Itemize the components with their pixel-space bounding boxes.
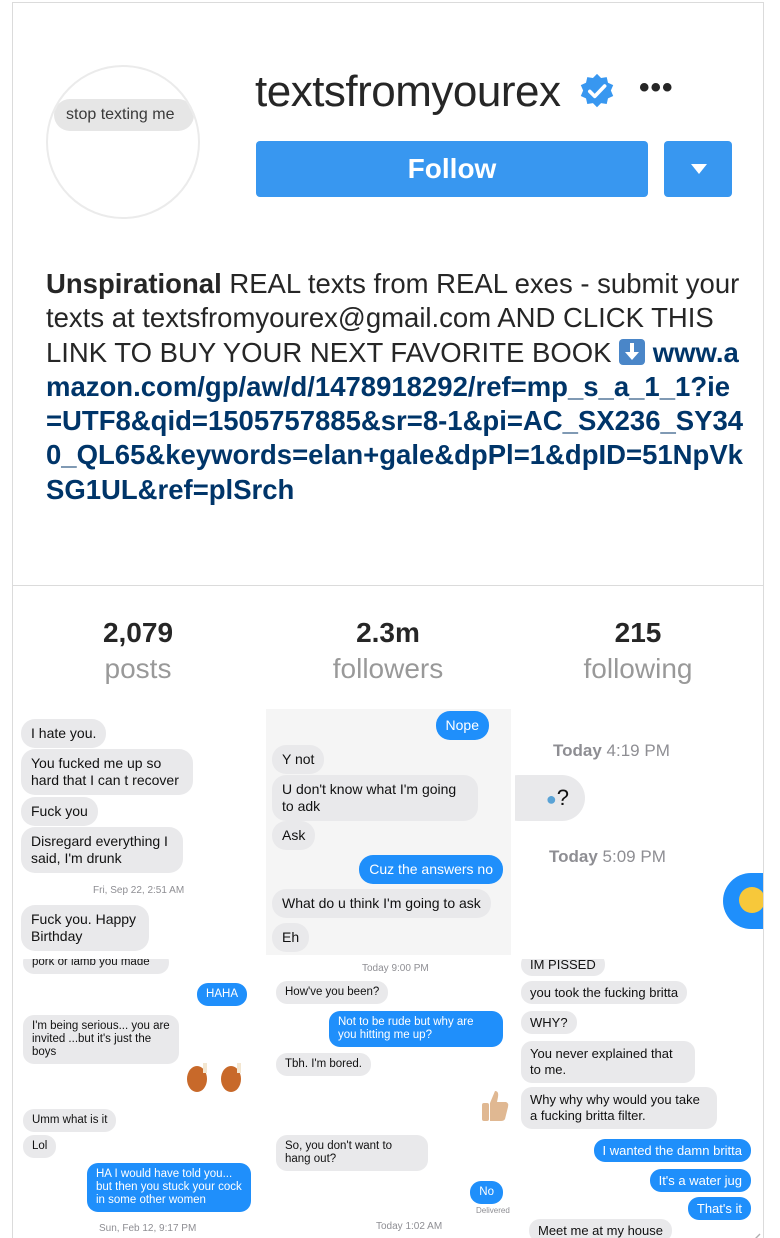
message-bubble: Lol	[23, 1135, 57, 1158]
message-bubble: Y not	[272, 745, 325, 774]
message-bubble: I'm being serious... you are invited ...…	[23, 1015, 179, 1064]
message-timestamp: Today 9:00 PM	[362, 963, 429, 974]
message-bubble: What do u think I'm going to ask	[272, 889, 491, 918]
message-bubble: Tbh. I'm bored.	[276, 1053, 371, 1076]
post-thumbnail[interactable]: I hate you. You fucked me up so hard tha…	[13, 709, 263, 955]
message-bubble: Fuck you	[21, 797, 98, 826]
post-thumbnail[interactable]: IM PISSED you took the fucking britta WH…	[515, 959, 763, 1238]
post-thumbnail[interactable]: pork or lamb you made HAHA I'm being ser…	[13, 959, 263, 1238]
message-bubble: Disregard everything I said, I'm drunk	[21, 827, 183, 873]
message-bubble: you took the fucking britta	[521, 981, 688, 1004]
message-bubble: Why why why would you take a fucking bri…	[521, 1087, 717, 1129]
username: textsfromyourex	[255, 67, 561, 116]
stat-value: 2.3m	[356, 617, 420, 648]
message-bubble: It's a water jug	[649, 1169, 751, 1192]
profile-card: stop texting me textsfromyourex ••• Foll…	[12, 2, 764, 1238]
stats-bar: 2,079 posts 2.3m followers 215 following	[13, 615, 763, 691]
message-bubble: HAHA	[197, 983, 247, 1006]
more-options-icon[interactable]: •••	[639, 73, 674, 103]
message-timestamp: Today 4:19 PM	[553, 741, 670, 760]
message-bubble: You fucked me up so hard that I can t re…	[21, 749, 193, 795]
laughing-emoji-bubble	[723, 873, 763, 929]
down-arrow-emoji-icon	[619, 338, 646, 365]
message-bubble: Umm what is it	[23, 1109, 117, 1132]
message-bubble: Meet me at my house	[529, 1219, 672, 1238]
stat-posts: 2,079 posts	[13, 615, 263, 687]
stat-label: following	[583, 653, 693, 684]
message-bubble: No	[470, 1181, 503, 1204]
drumstick-emoji-icon	[183, 1061, 251, 1101]
bio-name: Unspirational	[46, 268, 222, 299]
follow-button[interactable]: Follow	[256, 141, 648, 197]
post-thumbnail[interactable]: Today 4:19 PM ●? Today 5:09 PM	[515, 709, 763, 955]
delivered-status: Delivered	[476, 1206, 510, 1215]
message-bubble: I hate you.	[21, 719, 107, 748]
stat-label: followers	[332, 653, 444, 684]
divider	[13, 585, 763, 586]
avatar[interactable]: stop texting me	[46, 65, 200, 219]
verified-badge-icon	[580, 73, 614, 108]
message-bubble: I wanted the damn britta	[593, 1139, 751, 1162]
posts-grid: I hate you. You fucked me up so hard tha…	[13, 709, 763, 1238]
laughing-emoji-icon	[739, 887, 763, 913]
stat-followers[interactable]: 2.3m followers	[263, 615, 513, 687]
stat-label: posts	[104, 653, 172, 684]
message-bubble: Eh	[272, 923, 310, 952]
post-thumbnail[interactable]: Today 9:00 PM How've you been? Not to be…	[266, 959, 511, 1238]
thumbs-up-emoji-icon	[480, 1089, 510, 1128]
message-timestamp: Today 5:09 PM	[549, 847, 666, 866]
chevron-down-icon	[691, 164, 707, 174]
message-bubble: Fuck you. Happy Birthday	[21, 905, 149, 951]
message-timestamp: Fri, Sep 22, 2:51 AM	[93, 885, 185, 896]
suggested-dropdown-button[interactable]	[664, 141, 732, 197]
message-bubble: WHY?	[521, 1011, 577, 1034]
avatar-text-bubble: stop texting me	[54, 99, 194, 131]
message-timestamp: Today 1:02 AM	[376, 1221, 443, 1232]
message-bubble: pork or lamb you made	[23, 959, 169, 974]
message-timestamp: Sun, Feb 12, 9:17 PM	[99, 1223, 197, 1234]
post-thumbnail[interactable]: Nope Y not U don't know what I'm going t…	[266, 709, 511, 955]
message-bubble: Nope	[435, 711, 489, 740]
bio: Unspirational REAL texts from REAL exes …	[46, 267, 746, 507]
message-bubble: That's it	[687, 1197, 751, 1220]
message-bubble: How've you been?	[276, 981, 389, 1004]
stat-value: 215	[614, 617, 662, 648]
message-bubble: You never explained that to me.	[521, 1041, 695, 1083]
message-bubble: Not to be rude but why are you hitting m…	[329, 1011, 503, 1047]
message-bubble: ●?	[515, 775, 585, 821]
message-bubble: IM PISSED	[521, 959, 605, 976]
message-bubble: U don't know what I'm going to adk	[272, 775, 478, 821]
message-bubble: Ask	[272, 821, 316, 850]
emoji-icon: ●	[545, 789, 557, 809]
message-bubble: So, you don't want to hang out?	[276, 1135, 428, 1171]
stat-following[interactable]: 215 following	[513, 615, 763, 687]
message-bubble: HA I would have told you... but then you…	[87, 1163, 251, 1212]
resize-handle-icon[interactable]	[745, 1229, 761, 1238]
stat-value: 2,079	[102, 617, 174, 648]
message-bubble: Cuz the answers no	[359, 855, 503, 884]
